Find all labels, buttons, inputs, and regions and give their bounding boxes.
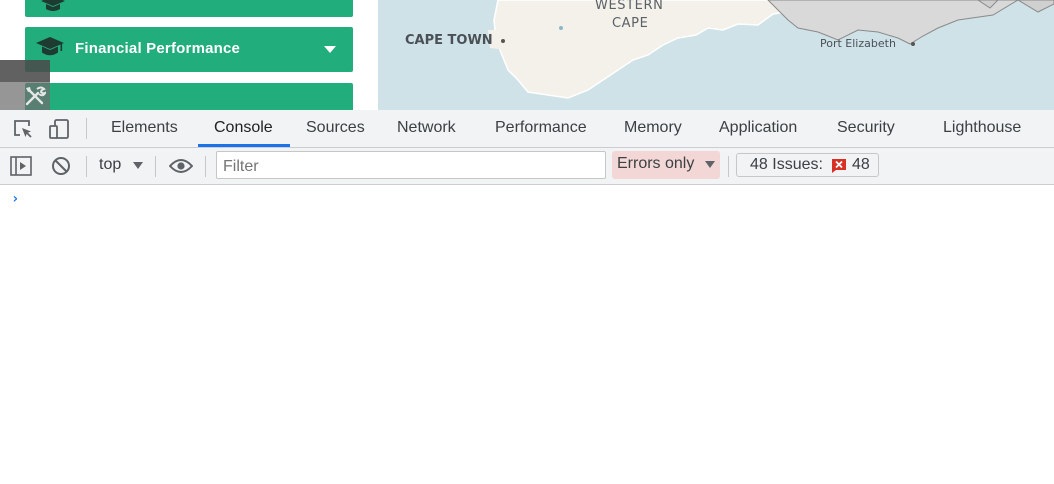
console-prompt[interactable]: ›: [11, 191, 19, 207]
webpage-viewport: Financial Performance WESTERN CAPE CAPE …: [0, 0, 1054, 110]
toolbar-divider: [205, 156, 206, 177]
toolbar-divider: [86, 156, 87, 177]
console-output[interactable]: ›: [0, 186, 1054, 484]
device-toolbar-icon[interactable]: [48, 118, 70, 144]
inspect-element-icon[interactable]: [12, 118, 34, 144]
filter-input[interactable]: [216, 151, 606, 179]
map[interactable]: WESTERN CAPE CAPE TOWN Port Elizabeth: [378, 0, 1054, 110]
toolbar-divider: [86, 118, 87, 139]
eye-icon[interactable]: [168, 158, 194, 178]
tab-application[interactable]: Application: [719, 110, 797, 148]
chevron-down-icon[interactable]: [133, 162, 143, 169]
map-region-label: CAPE: [612, 16, 649, 31]
devtools-tabbar: Elements Console Sources Network Perform…: [0, 110, 1054, 148]
caret-down-icon: [324, 46, 336, 53]
active-tab-indicator: [198, 144, 290, 147]
console-toolbar: top Errors only 48 Issues: 48: [0, 148, 1054, 185]
tab-elements[interactable]: Elements: [111, 110, 178, 148]
tab-console[interactable]: Console: [214, 110, 273, 148]
log-levels-dropdown[interactable]: Errors only: [612, 151, 720, 179]
tools-widget[interactable]: [0, 60, 50, 110]
clear-console-icon[interactable]: [51, 156, 71, 180]
tab-performance[interactable]: Performance: [495, 110, 587, 148]
map-city-label: Port Elizabeth: [820, 37, 896, 50]
menu-item-previous[interactable]: [25, 0, 353, 17]
tab-network[interactable]: Network: [397, 110, 456, 148]
issues-label: 48 Issues:: [750, 156, 823, 173]
tab-lighthouse[interactable]: Lighthouse: [943, 110, 1021, 148]
devtools-panel: Elements Console Sources Network Perform…: [0, 110, 1054, 484]
toolbar-divider: [155, 156, 156, 177]
map-land-shapes: [488, 0, 1054, 99]
issues-count: 48: [852, 156, 870, 173]
menu-item-label: Financial Performance: [75, 40, 241, 57]
issues-counter-button[interactable]: 48 Issues: 48: [736, 153, 879, 177]
error-icon: [831, 158, 847, 178]
graduation-cap-icon: [41, 0, 65, 16]
map-city-label: CAPE TOWN: [405, 33, 493, 48]
tools-widget-shade: [0, 60, 50, 82]
tab-security[interactable]: Security: [837, 110, 895, 148]
tab-memory[interactable]: Memory: [624, 110, 682, 148]
map-region-label: WESTERN: [595, 0, 664, 13]
chevron-down-icon: [705, 161, 715, 168]
log-levels-label: Errors only: [617, 155, 695, 172]
toolbar-divider: [728, 156, 729, 177]
menu-item-financial-performance[interactable]: Financial Performance: [25, 27, 353, 72]
tab-sources[interactable]: Sources: [306, 110, 365, 148]
context-selector[interactable]: top: [99, 156, 121, 174]
sidebar-toggle-icon[interactable]: [10, 156, 32, 180]
menu-item-next[interactable]: [25, 83, 353, 110]
